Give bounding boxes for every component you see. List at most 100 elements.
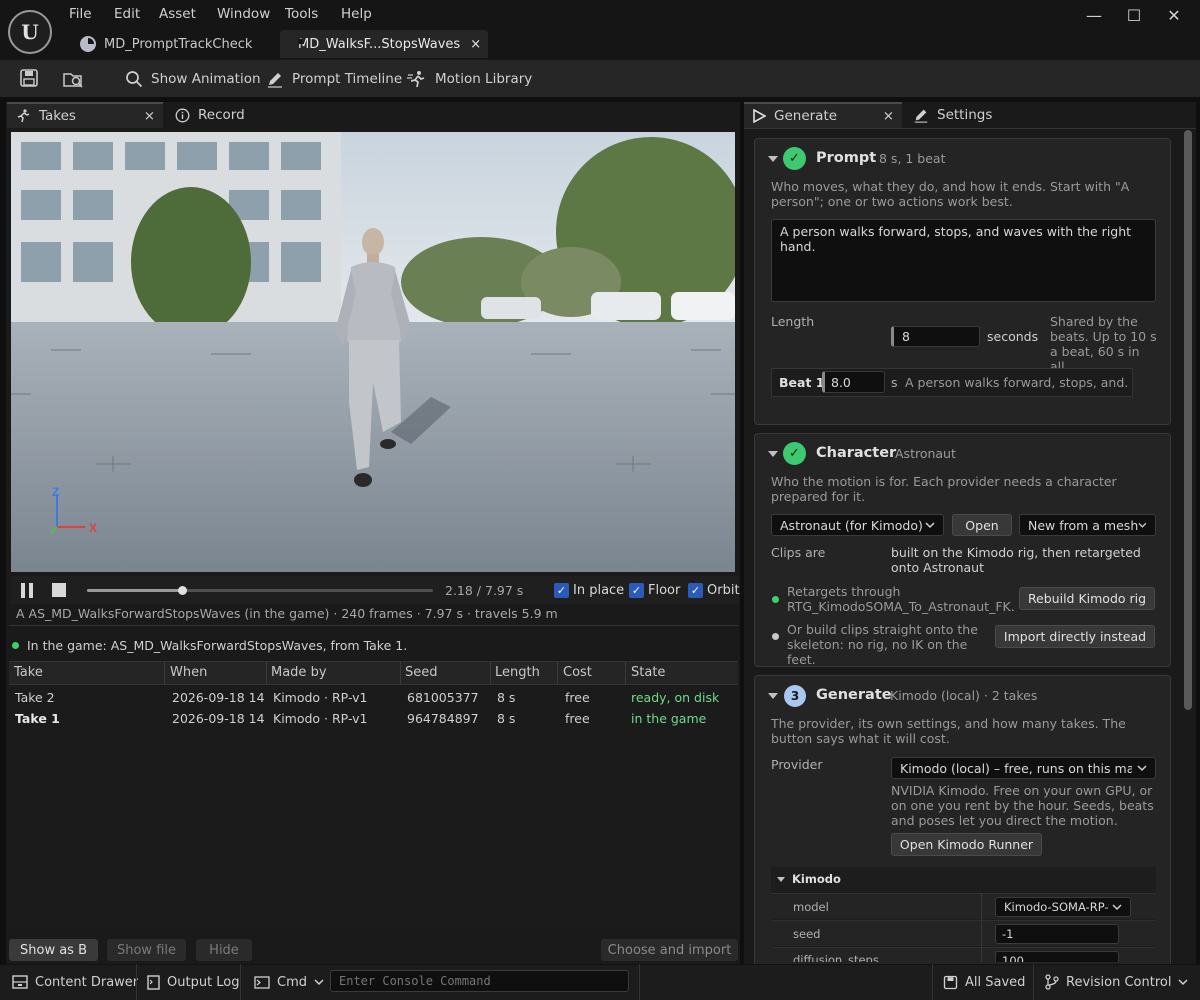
import-directly-button[interactable]: Import directly instead [995,625,1155,648]
seed-input[interactable]: -1 [995,924,1119,944]
character-help: Who the motion is for. Each provider nee… [771,474,1117,504]
scrub-handle[interactable] [177,586,187,595]
column-separator[interactable] [557,661,558,685]
collapse-caret-icon[interactable] [777,877,785,882]
length-label: Length [771,314,815,329]
character-dropdown[interactable]: Astronaut (for Kimodo) [771,514,944,536]
collapse-caret-icon[interactable] [768,693,778,699]
hide-button[interactable]: Hide [196,939,252,961]
generate-section-title[interactable]: Generate [816,687,892,703]
right-panel-scrollbar[interactable] [1184,130,1192,710]
prompt-timeline-label: Prompt Timeline [292,71,403,87]
cmd-dropdown[interactable]: Cmd [254,972,324,992]
column-separator[interactable] [490,661,491,685]
column-header-when[interactable]: When [170,665,207,680]
tab-takes[interactable]: Takes × [7,102,163,128]
in-place-checkbox[interactable]: ✓ In place [554,583,624,598]
character-section-title[interactable]: Character [816,445,896,461]
character-section-summary: Astronaut [895,446,956,461]
output-log-button[interactable]: Output Log [147,972,240,992]
column-separator[interactable] [164,661,165,685]
cell-take: Take 1 [15,711,60,726]
menu-edit[interactable]: Edit [114,6,140,22]
animation-viewport[interactable]: Z X [11,132,735,572]
column-header-length[interactable]: Length [495,665,540,680]
table-row[interactable]: Take 1 2026-09-18 14: Kimodo · RP-v1 964… [9,708,738,728]
tab-record[interactable]: Record [167,102,287,128]
floor-checkbox[interactable]: ✓ Floor [629,583,680,598]
new-from-mesh-dropdown[interactable]: New from a mesh [1019,514,1156,536]
console-command-input[interactable] [330,970,629,992]
status-dot-icon [12,642,19,649]
show-animation-label: Show Animation [151,71,261,87]
length-input[interactable]: 8 [891,326,980,347]
motion-library-button[interactable]: Motion Library [407,68,532,90]
svg-text:X: X [89,521,97,535]
column-separator[interactable] [400,661,401,685]
scrub-progress [87,589,182,592]
collapse-caret-icon[interactable] [768,451,778,457]
save-icon[interactable] [19,68,39,88]
close-icon[interactable]: × [144,108,155,124]
show-as-b-button[interactable]: Show as B [9,939,98,961]
scrub-track[interactable] [87,586,433,595]
menu-window[interactable]: Window [217,6,270,22]
floor-label: Floor [648,583,681,598]
provider-dropdown[interactable]: Kimodo (local) – free, runs on this mach… [891,757,1156,779]
prompt-timeline-button[interactable]: Prompt Timeline [266,68,402,90]
browse-asset-icon[interactable] [62,68,84,90]
motion-library-label: Motion Library [435,71,533,87]
column-header-seed[interactable]: Seed [405,665,438,680]
all-saved-button[interactable]: All Saved [943,972,1025,992]
show-animation-button[interactable]: Show Animation [125,68,261,90]
doc-tab-walksforward[interactable]: MD_WalksF...StopsWaves × [280,30,488,58]
choose-and-import-button[interactable]: Choose and import [601,939,738,961]
collapse-caret-icon[interactable] [768,156,778,162]
orbit-checkbox[interactable]: ✓ Orbit [688,583,740,598]
beat-text: A person walks forward, stops, and... [905,375,1127,390]
close-window-button[interactable]: ✕ [1154,0,1194,30]
model-dropdown[interactable]: Kimodo-SOMA-RP-v1 [995,897,1131,917]
show-file-button[interactable]: Show file [107,939,186,961]
close-icon[interactable]: × [470,37,481,52]
table-row[interactable]: Take 2 2026-09-18 14: Kimodo · RP-v1 681… [9,687,738,707]
minimize-button[interactable]: — [1074,0,1114,30]
content-drawer-button[interactable]: Content Drawer [12,972,138,992]
column-header-made-by[interactable]: Made by [271,665,327,680]
open-character-button[interactable]: Open [952,514,1012,536]
rebuild-kimodo-rig-button[interactable]: Rebuild Kimodo rig [1019,587,1155,610]
column-header-take[interactable]: Take [14,665,43,680]
tab-settings[interactable]: Settings [905,102,1015,128]
menu-asset[interactable]: Asset [159,6,196,22]
pause-icon[interactable] [20,583,34,598]
unreal-logo[interactable]: U [8,10,52,54]
diffusion-steps-input[interactable]: 100 [995,951,1119,962]
prompt-section-title[interactable]: Prompt [816,150,876,166]
chevron-down-icon [1112,903,1122,910]
menu-file[interactable]: File [69,6,92,22]
close-icon[interactable]: × [883,108,894,124]
animation-info: A AS_MD_WalksForwardStopsWaves (in the g… [16,606,558,621]
beat-duration-input[interactable]: 8.0 [822,371,885,393]
column-separator [981,948,982,962]
revision-control-dropdown[interactable]: Revision Control [1045,972,1188,992]
chevron-down-icon [925,521,935,528]
prompt-textarea[interactable]: A person walks forward, stops, and waves… [771,219,1156,302]
column-header-cost[interactable]: Cost [563,665,592,680]
doc-tab-prompttrackcheck[interactable]: MD_PromptTrackCheck [70,30,270,58]
chevron-down-icon [314,978,324,985]
property-row-model: model Kimodo-SOMA-RP-v1 [771,893,1156,920]
column-header-state[interactable]: State [631,665,665,680]
maximize-button[interactable]: ☐ [1114,0,1154,30]
column-separator[interactable] [625,661,626,685]
column-separator[interactable] [266,661,267,685]
menu-help[interactable]: Help [341,6,372,22]
open-kimodo-runner-button[interactable]: Open Kimodo Runner [891,833,1042,856]
beat-unit: s [891,375,898,390]
tab-generate[interactable]: Generate × [744,102,902,128]
viewport-scene: Z X [11,132,735,572]
menu-tools[interactable]: Tools [285,6,318,22]
doc-tab-label: MD_PromptTrackCheck [104,36,253,52]
stop-icon[interactable] [52,583,66,597]
content-drawer-label: Content Drawer [35,974,139,990]
